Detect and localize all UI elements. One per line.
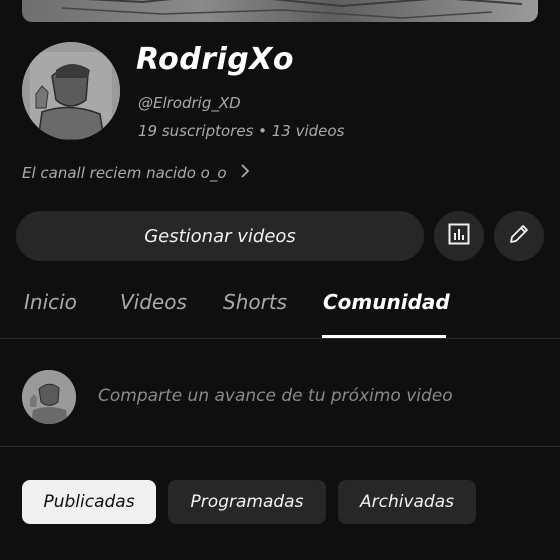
tab-inicio[interactable]: Inicio xyxy=(24,290,77,336)
bar-chart-icon xyxy=(447,222,471,250)
channel-banner xyxy=(22,0,538,22)
tab-shorts[interactable]: Shorts xyxy=(223,290,287,336)
channel-description: El canall reciem nacido o_o xyxy=(22,164,227,182)
tab-comunidad[interactable]: Comunidad xyxy=(323,290,450,336)
user-avatar xyxy=(22,370,76,424)
active-tab-indicator xyxy=(322,335,446,338)
channel-avatar[interactable] xyxy=(22,42,120,140)
filter-chip-programadas[interactable]: Programadas xyxy=(168,480,326,524)
create-post-row[interactable]: Comparte un avance de tu próximo video xyxy=(0,340,560,447)
channel-tabs: Inicio Videos Shorts Comunidad xyxy=(0,282,560,339)
chevron-right-icon xyxy=(239,163,251,183)
channel-stats: 19 suscriptores • 13 videos xyxy=(138,122,345,140)
filter-chip-archivadas[interactable]: Archivadas xyxy=(338,480,476,524)
post-input-placeholder[interactable]: Comparte un avance de tu próximo video xyxy=(98,386,453,406)
filter-chip-publicadas[interactable]: Publicadas xyxy=(22,480,156,524)
channel-name: RodrigXo xyxy=(136,42,294,77)
tab-videos[interactable]: Videos xyxy=(120,290,187,336)
channel-description-link[interactable]: El canall reciem nacido o_o xyxy=(22,162,251,184)
pencil-icon xyxy=(507,222,531,250)
manage-videos-button[interactable]: Gestionar videos xyxy=(16,211,424,261)
edit-channel-button[interactable] xyxy=(494,211,544,261)
analytics-button[interactable] xyxy=(434,211,484,261)
channel-handle: @Elrodrig_XD xyxy=(138,94,241,112)
